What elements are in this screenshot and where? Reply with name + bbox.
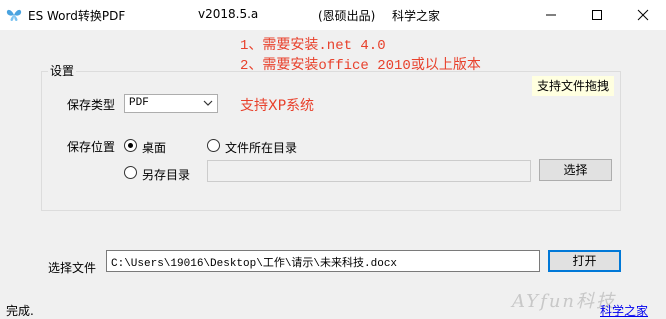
save-location-label: 保存位置 [67,140,116,154]
org-label: 科学之家 [392,9,441,23]
drag-drop-hint: 支持文件拖拽 [532,76,614,96]
requirement-dotnet: 1、需要安装.net 4.0 [240,38,386,54]
settings-group-title: 设置 [48,62,77,79]
radio-other-directory[interactable] [124,166,137,179]
window-title: ES Word转换PDF [28,9,126,23]
minimize-icon [546,14,556,16]
org-link[interactable]: 科学之家 [600,302,648,319]
radio-file-directory[interactable] [207,139,220,152]
save-type-value: PDF [129,97,149,109]
choose-directory-button[interactable]: 选择 [539,159,612,181]
file-path-field[interactable]: C:\Users\19016\Desktop\工作\请示\未来科技.docx [106,250,540,272]
file-path-value: C:\Users\19016\Desktop\工作\请示\未来科技.docx [111,258,398,270]
xp-support-note: 支持XP系统 [240,98,315,114]
save-type-select[interactable]: PDF [124,94,218,113]
radio-file-directory-label[interactable]: 文件所在目录 [225,139,297,156]
close-icon [637,9,649,21]
butterfly-app-icon [6,9,22,21]
version-label: v2018.5.a [198,7,259,21]
close-button[interactable] [620,0,666,30]
radio-other-directory-label[interactable]: 另存目录 [142,166,190,183]
maximize-button[interactable] [574,0,620,30]
other-directory-field[interactable] [207,160,531,182]
radio-desktop-label[interactable]: 桌面 [142,139,166,156]
credit-label: (恩硕出品) [318,9,376,23]
status-text: 完成. [6,304,34,318]
select-file-label: 选择文件 [48,261,97,275]
open-button[interactable]: 打开 [548,250,621,272]
requirements-notes: 1、需要安装.net 4.0 2、需要安装office 2010或以上版本 [240,36,481,76]
radio-desktop[interactable] [124,139,137,152]
save-type-label: 保存类型 [67,98,116,112]
title-bar: ES Word转换PDF v2018.5.a (恩硕出品) 科学之家 [0,0,666,31]
minimize-button[interactable] [528,0,574,30]
chevron-down-icon [203,100,213,106]
maximize-icon [592,10,602,20]
